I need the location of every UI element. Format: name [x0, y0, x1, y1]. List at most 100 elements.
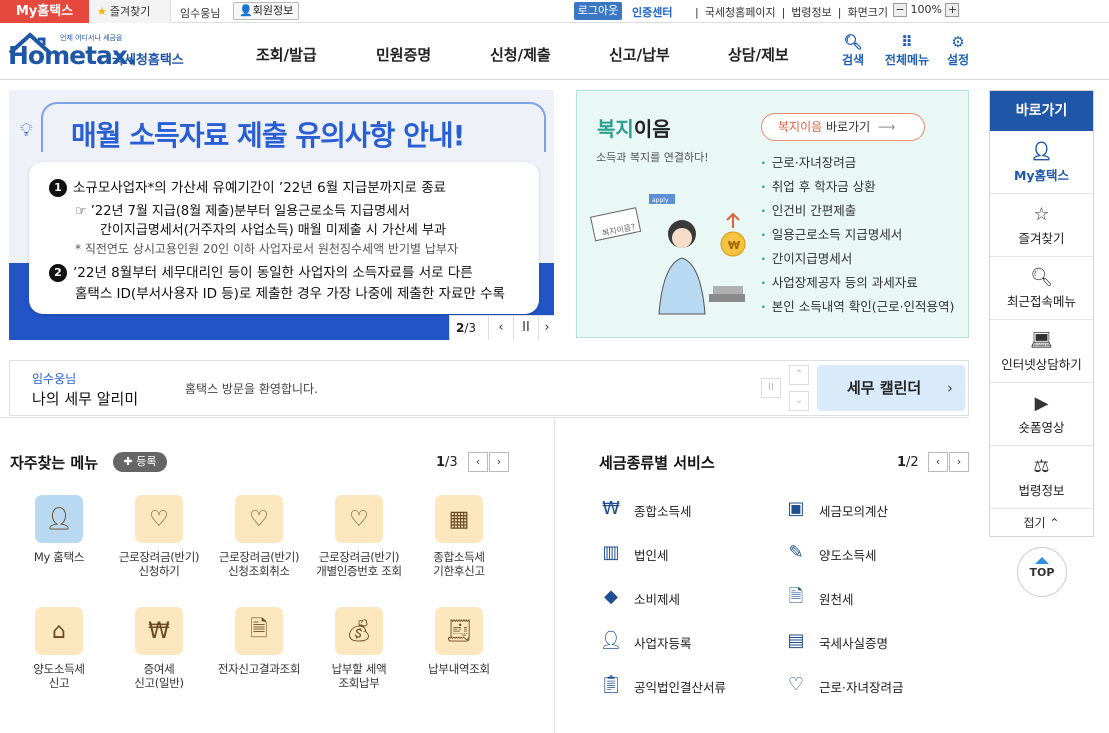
quick-menu-next-button[interactable]: › [489, 452, 509, 472]
tax-service-prev-button[interactable]: ‹ [928, 452, 948, 472]
welfare-subtitle: 소득과 복지를 연결하다! [596, 151, 709, 164]
svg-text:apply: apply [652, 197, 669, 204]
tax-service-simulation[interactable]: 세금모의계산 [819, 501, 888, 520]
tax-calendar-button[interactable]: 세무 캘린더 › [817, 365, 965, 411]
nav-application[interactable]: 신청/제출 [490, 44, 551, 65]
quick-item-my-hometax[interactable]: 👤︎ My 홈택스 [11, 495, 107, 564]
calculator-icon: ▣ [787, 498, 805, 519]
quicklink-favorites[interactable]: ☆ 즐겨찾기 [990, 194, 1093, 257]
member-info-button[interactable]: 👤회원정보 [233, 2, 300, 20]
heart-hand-icon: ♡ [135, 495, 183, 543]
play-icon: ▶ [1034, 393, 1049, 414]
tax-service-corporate-tax[interactable]: 법인세 [634, 545, 669, 564]
calendar-icon: ▦ [435, 495, 483, 543]
chevron-up-icon: ⌃ [1049, 516, 1060, 530]
quick-item-transfer-tax[interactable]: ⌂ 양도소득세 신고 [11, 607, 107, 690]
cert-center-link[interactable]: 인증센터 [632, 4, 672, 20]
laptop-chat-icon: 💻︎ [1030, 330, 1053, 351]
nav-consult[interactable]: 상담/제보 [728, 44, 789, 65]
banner-item-2: 2’22년 8월부터 세무대리인 등이 동일한 사업자의 소득자료를 서로 다른 [49, 261, 473, 282]
main-header: 언제 어디서나 세금을 Hometax. 국세청홈택스 조회/발급 민원증명 신… [0, 23, 1109, 80]
quick-item-tax-payment[interactable]: 💰︎ 납부할 세액 조회납부 [311, 607, 407, 690]
welfare-banner[interactable]: 복지이음 소득과 복지를 연결하다! 복지이음 바로가기⟶ 근로·자녀장려금 취… [576, 90, 969, 338]
banner-pause-button[interactable]: II [513, 316, 538, 340]
tax-notice-bar: 임수웅님 나의 세무 알리미 홈택스 방문을 환영합니다. II ⌃ ⌄ 세무 … [9, 360, 969, 416]
search-button[interactable]: 🔍︎ 검색 [838, 33, 868, 68]
welfare-item: 인건비 간편제출 [761, 199, 954, 223]
pointing-hand-icon: ☞ [75, 204, 87, 219]
favorites-top-button[interactable]: ★ 즐겨찾기 [89, 0, 171, 23]
tax-service-consumption-tax[interactable]: 소비제세 [634, 589, 680, 608]
tax-service-business-registration[interactable]: 사업자등록 [634, 633, 692, 652]
zoom-out-button[interactable]: − [893, 3, 907, 17]
lightbulb-icon: 💡︎ [20, 120, 33, 141]
quicklinks-title: 바로가기 [990, 91, 1093, 131]
notice-down-button[interactable]: ⌄ [789, 391, 809, 411]
document-search-icon: 🗎 [235, 607, 283, 655]
tax-service-title: 세금종류별 서비스 [599, 454, 715, 472]
money-bag-icon: 💰︎ [335, 607, 383, 655]
tax-service-withholding-tax[interactable]: 원천세 [819, 589, 854, 608]
quicklink-recent-menu[interactable]: 🔍︎ 최근접속메뉴 [990, 257, 1093, 320]
law-info-link[interactable]: 법령정보 [791, 6, 831, 19]
tax-service-public-corp-docs[interactable]: 공익법인결산서류 [634, 677, 726, 696]
person-icon: 👤 [239, 4, 253, 17]
quicklink-my-hometax[interactable]: 👤︎ My홈택스 [990, 131, 1093, 194]
notice-up-button[interactable]: ⌃ [789, 365, 809, 385]
quick-item-eitc-apply[interactable]: ♡ 근로장려금(반기) 신청하기 [111, 495, 207, 578]
tax-document-icon: 🗎 [788, 586, 804, 607]
my-hometax-top-button[interactable]: My홈택스 [0, 0, 89, 23]
quick-menu-title: 자주찾는 메뉴 [10, 454, 99, 472]
gear-icon: ⚙ [951, 33, 965, 51]
nav-report-payment[interactable]: 신고/납부 [609, 44, 670, 65]
all-menu-button[interactable]: ⠿ 전체메뉴 [880, 33, 934, 68]
settings-button[interactable]: ⚙ 설정 [943, 33, 973, 68]
nav-inquiry[interactable]: 조회/발급 [256, 44, 317, 65]
main-banner[interactable]: 매월 소득자료 제출 유의사항 안내! 💡︎ 1 소규모사업자*의 가산세 유예기… [9, 90, 554, 340]
quicklinks-fold-button[interactable]: 접기 ⌃ [990, 509, 1093, 537]
tax-service-transfer-tax[interactable]: 양도소득세 [819, 545, 877, 564]
tax-service-next-button[interactable]: › [949, 452, 969, 472]
money-icon: ₩ [135, 607, 183, 655]
user-name: 임수웅님 [180, 7, 221, 20]
quick-item-payment-history[interactable]: 🧾︎ 납부내역조회 [411, 607, 507, 676]
logout-button[interactable]: 로그아웃 [574, 2, 622, 20]
receipt-icon: 🧾︎ [435, 607, 483, 655]
quick-item-eitc-auth[interactable]: ♡ 근로장려금(반기) 개별인증번호 조회 [311, 495, 407, 578]
scroll-top-button[interactable]: TOP [1017, 547, 1067, 597]
quick-item-efiling-result[interactable]: 🗎 전자신고결과조회 [211, 607, 307, 676]
zoom-level: 100% [910, 3, 942, 16]
banner-title-frame: 매월 소득자료 제출 유의사항 안내! [41, 102, 546, 152]
logo-subtitle: 국세청홈택스 [112, 53, 184, 68]
tax-service-tax-certificate[interactable]: 국세사실증명 [819, 633, 888, 652]
heart-hand-icon: ♡ [235, 495, 283, 543]
welfare-title: 복지이음 [597, 117, 671, 141]
hometax-logo[interactable]: 언제 어디서나 세금을 Hometax. 국세청홈택스 [8, 31, 190, 73]
welfare-go-button[interactable]: 복지이음 바로가기 ⟶ [761, 113, 925, 141]
register-button[interactable]: ✚ 등록 [113, 452, 167, 472]
quick-item-eitc-inquiry[interactable]: ♡ 근로장려금(반기) 신청조회취소 [211, 495, 307, 578]
nts-homepage-link[interactable]: 국세청홈페이지 [705, 6, 776, 19]
quick-menu-prev-button[interactable]: ‹ [468, 452, 488, 472]
banner-pager: 2/3 ‹ II › [449, 315, 554, 340]
quicklink-online-consult[interactable]: 💻︎ 인터넷상담하기 [990, 320, 1093, 383]
column-divider [554, 418, 555, 733]
arrow-right-icon: ⟶ [878, 120, 896, 134]
nav-certificate[interactable]: 민원증명 [376, 44, 431, 65]
notice-pause-button[interactable]: II [761, 378, 781, 398]
tax-service-income-tax[interactable]: 종합소득세 [634, 501, 692, 520]
section-divider [0, 417, 969, 418]
welfare-illustration: 복지이음? apply ₩ [590, 194, 746, 315]
quicklink-law-info[interactable]: ⚖ 법령정보 [990, 446, 1093, 509]
zoom-in-button[interactable]: + [945, 3, 960, 17]
banner-prev-button[interactable]: ‹ [488, 316, 513, 340]
quick-item-gift-tax[interactable]: ₩ 증여세 신고(일반) [111, 607, 207, 690]
tax-service-eitc[interactable]: 근로·자녀장려금 [819, 677, 903, 696]
heart-hand-icon: ♡ [787, 674, 805, 695]
welfare-item: 사업장제공자 등의 과세자료 [761, 271, 954, 295]
banner-next-button[interactable]: › [538, 316, 554, 340]
banner-content-card: 1 소규모사업자*의 가산세 유예기간이 ’22년 6월 지급분까지로 종료 ☞ … [29, 162, 539, 314]
quick-item-income-tax-late[interactable]: ▦ 종합소득세 기한후신고 [411, 495, 507, 578]
quicklink-shortform-video[interactable]: ▶ 숏폼영상 [990, 383, 1093, 446]
notice-message[interactable]: 홈택스 방문을 환영합니다. [185, 380, 318, 397]
